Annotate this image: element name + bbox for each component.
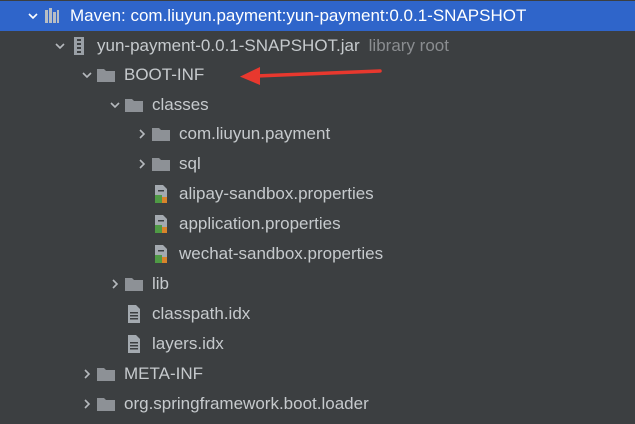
tree-item-label: alipay-sandbox.properties (179, 184, 374, 203)
chevron-down-icon[interactable] (78, 60, 96, 90)
tree-item-maven-library[interactable]: Maven: com.liuyun.payment:yun-payment:0.… (0, 1, 635, 31)
chevron-down-icon[interactable] (24, 1, 42, 31)
tree-item-jar[interactable]: yun-payment-0.0.1-SNAPSHOT.jar library r… (0, 31, 635, 61)
folder-icon (96, 394, 116, 414)
properties-file-icon (151, 244, 171, 264)
tree-item-lib[interactable]: lib (0, 269, 635, 299)
tree-item-label: org.springframework.boot.loader (124, 394, 369, 413)
tree-item-label: classes (152, 95, 209, 114)
jar-archive-icon (69, 36, 89, 56)
chevron-right-icon[interactable] (78, 389, 96, 419)
tree-item-label: yun-payment-0.0.1-SNAPSHOT.jar (97, 36, 360, 55)
tree-item-label: layers.idx (152, 334, 224, 353)
annotation-arrow (240, 67, 382, 85)
tree-item-classpath-idx[interactable]: classpath.idx (0, 299, 635, 329)
text-file-icon (124, 304, 144, 324)
tree-item-layers-idx[interactable]: layers.idx (0, 329, 635, 359)
folder-icon (96, 364, 116, 384)
text-file-icon (124, 334, 144, 354)
tree-item-application-properties[interactable]: application.properties (0, 209, 635, 239)
tree-item-label: wechat-sandbox.properties (179, 244, 384, 263)
tree-item-label: META-INF (124, 364, 204, 383)
folder-icon (124, 274, 144, 294)
tree-item-spring-boot-loader[interactable]: org.springframework.boot.loader (0, 389, 635, 419)
folder-icon (151, 154, 171, 174)
tree-item-label: BOOT-INF (124, 65, 205, 84)
tree-item-sql[interactable]: sql (0, 149, 635, 179)
chevron-right-icon[interactable] (133, 119, 151, 149)
folder-icon (96, 65, 116, 85)
chevron-down-icon[interactable] (51, 31, 69, 61)
tree-item-label: sql (179, 154, 201, 173)
chevron-right-icon[interactable] (78, 359, 96, 389)
folder-icon (124, 95, 144, 115)
chevron-right-icon[interactable] (106, 269, 124, 299)
tree-item-label: classpath.idx (152, 304, 251, 323)
chevron-down-icon[interactable] (106, 90, 124, 120)
properties-file-icon (151, 184, 171, 204)
project-tree: Maven: com.liuyun.payment:yun-payment:0.… (0, 0, 635, 424)
tree-item-meta-inf[interactable]: META-INF (0, 359, 635, 389)
chevron-right-icon[interactable] (133, 149, 151, 179)
tree-item-label: com.liuyun.payment (179, 124, 331, 143)
tree-item-label: Maven: com.liuyun.payment:yun-payment:0.… (70, 6, 527, 25)
tree-item-label: lib (152, 274, 170, 293)
library-root-hint: library root (368, 36, 449, 55)
tree-item-classes[interactable]: classes (0, 90, 635, 120)
tree-item-label: application.properties (179, 214, 341, 233)
tree-item-alipay-sandbox-properties[interactable]: alipay-sandbox.properties (0, 179, 635, 209)
properties-file-icon (151, 214, 171, 234)
maven-library-icon (42, 6, 62, 26)
tree-item-wechat-sandbox-properties[interactable]: wechat-sandbox.properties (0, 239, 635, 269)
folder-icon (151, 124, 171, 144)
tree-item-com-liuyun-payment[interactable]: com.liuyun.payment (0, 119, 635, 149)
